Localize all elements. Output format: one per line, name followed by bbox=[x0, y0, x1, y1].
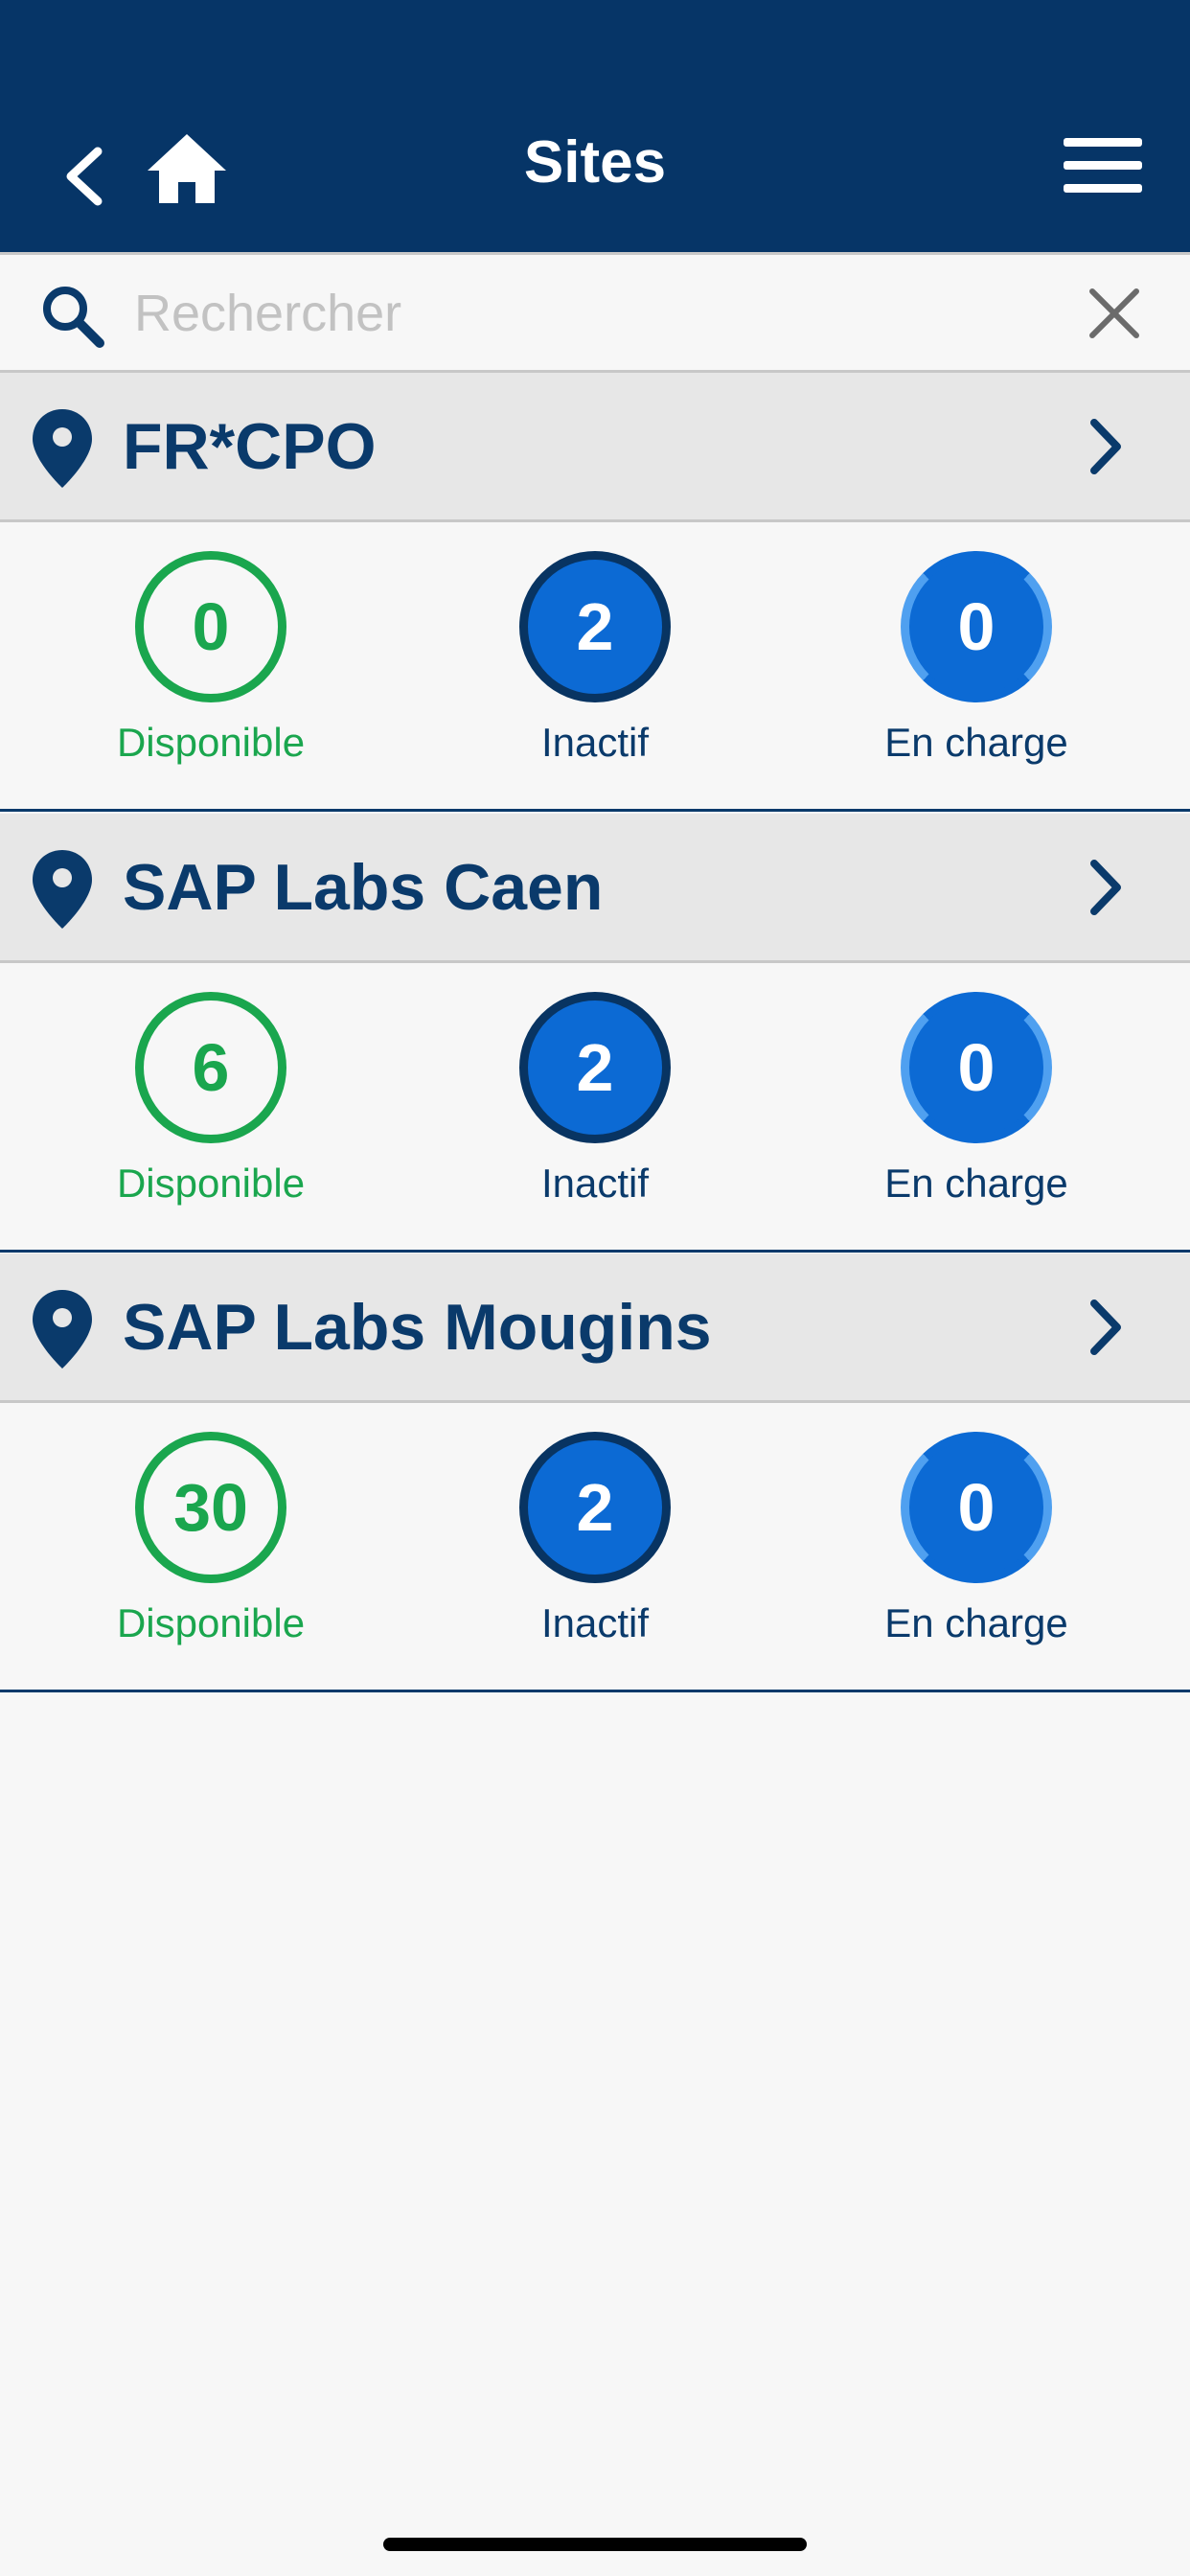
stat-disponible: 30 Disponible bbox=[57, 1432, 364, 1650]
site-card: SAP Labs Caen 6 Disponible 2 Inactif 0 E… bbox=[0, 814, 1190, 1253]
stat-inactif-label: Inactif bbox=[540, 1161, 650, 1206]
search-input[interactable] bbox=[134, 274, 1054, 353]
chevron-right-icon[interactable] bbox=[1081, 415, 1129, 478]
location-pin-icon bbox=[33, 850, 92, 929]
stat-disponible-count: 30 bbox=[135, 1432, 286, 1583]
close-icon[interactable] bbox=[1081, 280, 1148, 347]
site-name: FR*CPO bbox=[123, 410, 377, 483]
site-card: FR*CPO 0 Disponible 2 Inactif 0 En charg… bbox=[0, 373, 1190, 812]
stat-en-charge-count: 0 bbox=[901, 992, 1052, 1143]
stat-disponible: 0 Disponible bbox=[57, 551, 364, 770]
stat-inactif: 2 Inactif bbox=[442, 1432, 748, 1650]
search-bar bbox=[0, 252, 1190, 373]
stat-inactif: 2 Inactif bbox=[442, 551, 748, 770]
location-pin-icon bbox=[33, 409, 92, 488]
stat-disponible: 6 Disponible bbox=[57, 992, 364, 1210]
stat-en-charge-label: En charge bbox=[884, 1161, 1068, 1206]
chevron-right-icon[interactable] bbox=[1081, 856, 1129, 919]
stat-en-charge: 0 En charge bbox=[823, 1432, 1130, 1650]
stat-en-charge: 0 En charge bbox=[823, 551, 1130, 770]
stat-en-charge-label: En charge bbox=[884, 720, 1068, 765]
site-header[interactable]: SAP Labs Caen bbox=[0, 814, 1190, 963]
stat-inactif-count: 2 bbox=[519, 1432, 671, 1583]
site-card: SAP Labs Mougins 30 Disponible 2 Inactif… bbox=[0, 1254, 1190, 1692]
stat-inactif-count: 2 bbox=[519, 992, 671, 1143]
stat-inactif-count: 2 bbox=[519, 551, 671, 702]
app-header: Sites bbox=[0, 0, 1190, 252]
stat-en-charge: 0 En charge bbox=[823, 992, 1130, 1210]
site-header[interactable]: SAP Labs Mougins bbox=[0, 1254, 1190, 1403]
site-name: SAP Labs Caen bbox=[123, 851, 604, 924]
hamburger-menu-icon[interactable] bbox=[1062, 134, 1144, 196]
stat-disponible-label: Disponible bbox=[116, 1161, 306, 1206]
stat-inactif-label: Inactif bbox=[540, 1600, 650, 1645]
home-indicator[interactable] bbox=[383, 2538, 807, 2551]
stat-inactif-label: Inactif bbox=[540, 720, 650, 765]
site-name: SAP Labs Mougins bbox=[123, 1291, 712, 1364]
stat-disponible-count: 0 bbox=[135, 551, 286, 702]
stat-en-charge-label: En charge bbox=[884, 1600, 1068, 1645]
site-stats: 0 Disponible 2 Inactif 0 En charge bbox=[0, 522, 1190, 812]
stat-inactif: 2 Inactif bbox=[442, 992, 748, 1210]
site-stats: 6 Disponible 2 Inactif 0 En charge bbox=[0, 963, 1190, 1253]
stat-en-charge-count: 0 bbox=[901, 551, 1052, 702]
page-title: Sites bbox=[523, 129, 667, 196]
site-stats: 30 Disponible 2 Inactif 0 En charge bbox=[0, 1403, 1190, 1692]
stat-en-charge-count: 0 bbox=[901, 1432, 1052, 1583]
stat-disponible-label: Disponible bbox=[116, 1600, 306, 1645]
site-header[interactable]: FR*CPO bbox=[0, 373, 1190, 522]
stat-disponible-label: Disponible bbox=[116, 720, 306, 765]
chevron-right-icon[interactable] bbox=[1081, 1296, 1129, 1359]
search-icon bbox=[43, 287, 104, 348]
stat-disponible-count: 6 bbox=[135, 992, 286, 1143]
location-pin-icon bbox=[33, 1290, 92, 1368]
